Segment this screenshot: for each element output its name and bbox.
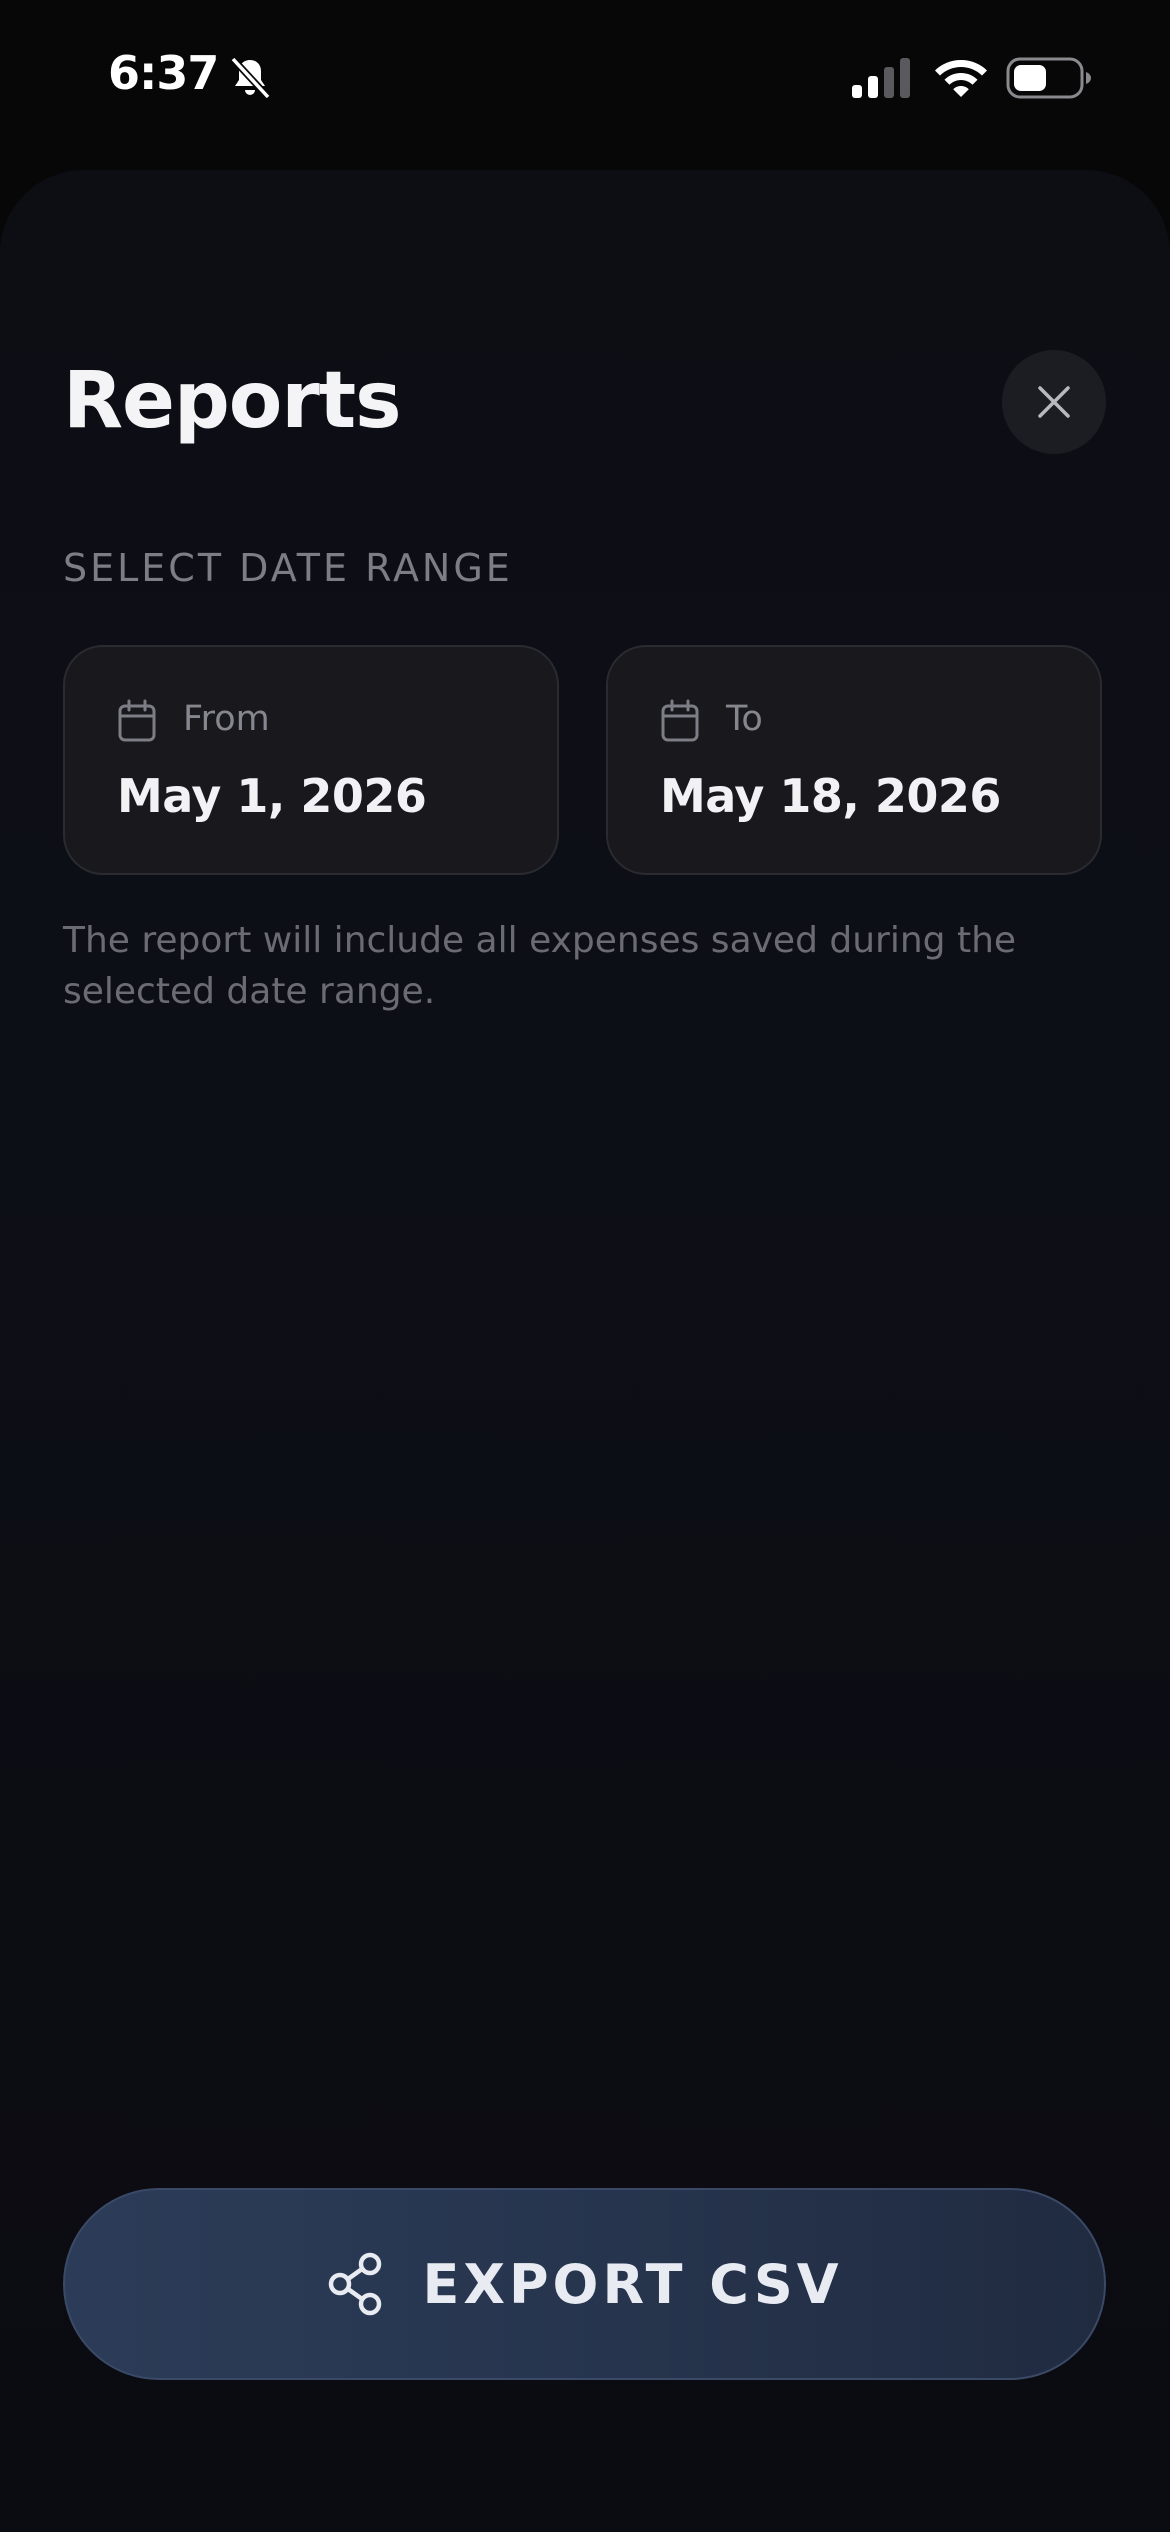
from-label: From: [183, 699, 270, 739]
calendar-icon: [661, 699, 699, 742]
reports-sheet: Reports SELECT DATE RANGE From May 1, 20…: [0, 170, 1170, 2532]
close-icon: [1038, 386, 1070, 418]
to-date-value: May 18, 2026: [660, 769, 1001, 823]
from-date-picker[interactable]: From May 1, 2026: [63, 645, 559, 875]
date-range-hint: The report will include all expenses sav…: [63, 920, 1017, 1012]
close-button[interactable]: [1002, 350, 1106, 454]
bell-muted-icon: [230, 56, 271, 100]
export-button-label: EXPORT CSV: [422, 2252, 843, 2316]
to-date-picker[interactable]: To May 18, 2026: [606, 645, 1102, 875]
from-date-value: May 1, 2026: [117, 769, 427, 823]
export-csv-button[interactable]: EXPORT CSV: [63, 2188, 1106, 2380]
page-title: Reports: [63, 356, 402, 446]
share-icon: [329, 2252, 382, 2316]
reports-screen: 6:37 Reports SELECT DATE RANGE From May …: [0, 0, 1170, 2532]
status-bar: 6:37: [0, 0, 1170, 160]
section-label: SELECT DATE RANGE: [63, 546, 513, 590]
calendar-icon: [118, 699, 156, 742]
status-time: 6:37: [108, 46, 219, 100]
cellular-signal-icon: [852, 58, 910, 98]
wifi-icon: [935, 60, 987, 97]
battery-icon: [1006, 57, 1091, 99]
to-label: To: [726, 699, 763, 739]
